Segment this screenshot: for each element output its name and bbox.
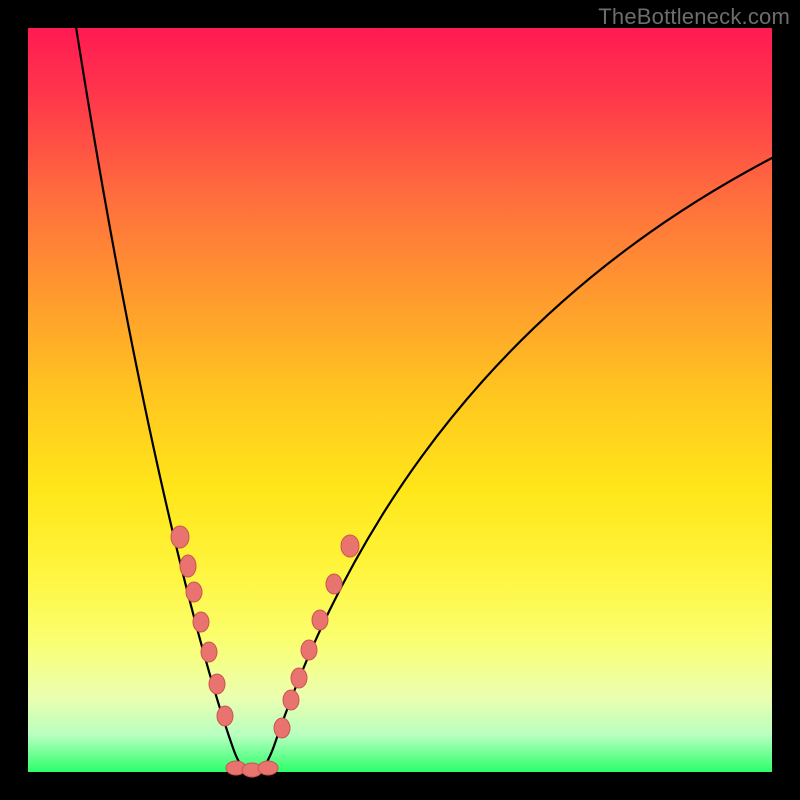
bead-left [201,642,217,662]
bead-right [312,610,328,630]
bead-right [274,718,290,738]
bead-right [291,668,307,688]
chart-frame [28,28,772,772]
beads-bottom-group [226,761,278,777]
beads-left-group [171,526,233,726]
bead-left [193,612,209,632]
bead-right [301,640,317,660]
bead-bottom [258,761,278,775]
bottleneck-chart [28,28,772,772]
bead-left [171,526,189,548]
bottleneck-curve [58,0,772,772]
bead-right [326,574,342,594]
bead-left [209,674,225,694]
bead-right [283,690,299,710]
bead-left [186,582,202,602]
bead-left [217,706,233,726]
watermark-text: TheBottleneck.com [598,4,790,30]
bead-right [341,535,359,557]
bead-left [180,555,196,577]
